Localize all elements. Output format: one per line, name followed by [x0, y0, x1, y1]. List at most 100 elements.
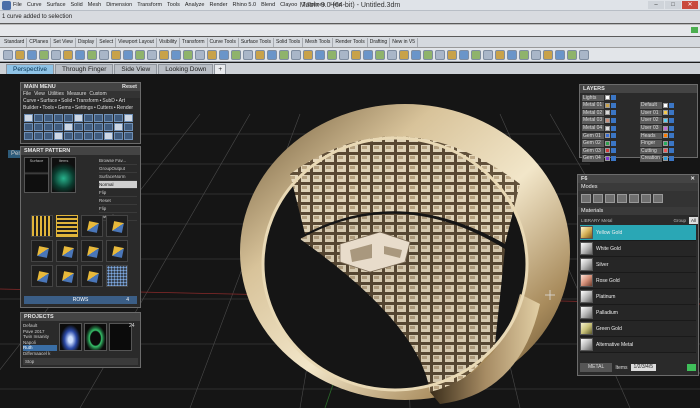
main-menu-solid-button[interactable]: Solid [61, 98, 72, 105]
menu-item-tools[interactable]: Tools [167, 1, 180, 10]
material-item-white-gold[interactable]: White Gold [580, 241, 696, 257]
bezel-icon[interactable] [495, 49, 505, 60]
layer-visibility-icon[interactable] [611, 148, 616, 154]
project-stop-button[interactable]: Stop [25, 359, 34, 364]
menu-item-t-splines[interactable]: T-Splines [302, 1, 325, 10]
menu-item-file[interactable]: File [13, 1, 22, 10]
main-menu-transform-button[interactable]: Transform [76, 98, 99, 105]
point-icon[interactable] [219, 49, 229, 60]
rectangle-icon[interactable] [279, 49, 289, 60]
layer-color-swatch[interactable] [605, 102, 610, 108]
layer-color-swatch[interactable] [605, 148, 610, 154]
layer-row[interactable]: Metal 02 [582, 109, 640, 117]
layer-color-swatch[interactable] [605, 125, 610, 131]
rotate-view-icon[interactable] [123, 49, 133, 60]
layer-row[interactable]: Gem 03 [582, 147, 640, 155]
pattern-option-browse-fav-[interactable]: Browse Fav... [99, 157, 137, 165]
menu-item-solid[interactable]: Solid [71, 1, 83, 10]
toolbar-tab-curve-tools[interactable]: Curve Tools [208, 37, 239, 47]
tool-sweep-icon[interactable] [44, 123, 53, 131]
surface-preview[interactable]: Surface [24, 157, 49, 193]
mirror-icon[interactable] [543, 49, 553, 60]
layer-color-swatch[interactable] [605, 156, 610, 162]
boolean-difference-icon[interactable] [327, 49, 337, 60]
toolbar-tab-cplanes[interactable]: CPlanes [27, 37, 52, 47]
prong-icon[interactable] [483, 49, 493, 60]
boolean-union-icon[interactable] [315, 49, 325, 60]
pattern-cube-spread-icon[interactable] [56, 265, 78, 287]
save-icon[interactable] [27, 49, 37, 60]
help-icon[interactable] [579, 49, 589, 60]
tool-extrude-icon[interactable] [24, 123, 33, 131]
new-file-icon[interactable] [3, 49, 13, 60]
copy-icon[interactable] [63, 49, 73, 60]
arc-icon[interactable] [267, 49, 277, 60]
set-view-icon[interactable] [171, 49, 181, 60]
tool-arc-icon[interactable] [64, 114, 73, 122]
rows-control[interactable]: ROWS 4 [24, 296, 137, 304]
toolbar-tab-select[interactable]: Select [97, 37, 117, 47]
layer-row[interactable]: Default [640, 102, 698, 110]
menu-item-transform[interactable]: Transform [137, 1, 162, 10]
tool-helix-icon[interactable] [104, 114, 113, 122]
pattern-horizontal-lines-icon[interactable] [56, 215, 78, 237]
paste-icon[interactable] [75, 49, 85, 60]
layer-visibility-icon[interactable] [669, 148, 674, 154]
library-filter-label[interactable]: LIBRARY Metal [581, 218, 612, 223]
pattern-option-flip[interactable]: Flip [99, 205, 137, 213]
pattern-option-groupoutput[interactable]: GroupOutput [99, 165, 137, 173]
main-menu-art-button[interactable]: Art [119, 98, 125, 105]
menu-item-blend[interactable]: Blend [261, 1, 275, 10]
metal-category-button[interactable]: METAL [580, 363, 613, 372]
viewport-tab-side-view[interactable]: Side View [114, 64, 158, 74]
menu-item-help[interactable]: Help [330, 1, 341, 10]
main-menu-gems-button[interactable]: Gems [58, 105, 71, 112]
fillet-icon[interactable] [339, 49, 349, 60]
scale-icon[interactable] [567, 49, 577, 60]
gem-icon[interactable] [459, 49, 469, 60]
move-icon[interactable] [555, 49, 565, 60]
polyline-icon[interactable] [231, 49, 241, 60]
menu-item-analyze[interactable]: Analyze [185, 1, 205, 10]
pattern-dots-icon[interactable] [106, 265, 128, 287]
tool-curve-icon[interactable] [44, 114, 53, 122]
layer-color-swatch[interactable] [663, 148, 668, 154]
mode-camera-icon[interactable] [641, 194, 651, 203]
close-button[interactable]: ✕ [682, 1, 698, 9]
toolbar-tab-transform[interactable]: Transform [180, 37, 208, 47]
toolbar-tab-visibility[interactable]: Visibility [157, 37, 180, 47]
toolbar-tab-display[interactable]: Display [76, 37, 98, 47]
tool-offset-icon[interactable] [74, 123, 83, 131]
pattern-cube-mirror-icon[interactable] [56, 240, 78, 262]
layer-visibility-icon[interactable] [611, 125, 616, 131]
layer-visibility-icon[interactable] [611, 110, 616, 116]
menu-item-surface[interactable]: Surface [47, 1, 66, 10]
project-thumbnail-2[interactable] [84, 323, 107, 351]
minimize-button[interactable]: – [648, 1, 664, 9]
main-menu-item-custom[interactable]: Custom [89, 91, 106, 98]
rhino-app-icon[interactable] [2, 1, 11, 10]
undo-icon[interactable] [87, 49, 97, 60]
pattern-option-flip[interactable]: Flip [99, 189, 137, 197]
array-icon[interactable] [531, 49, 541, 60]
circle-icon[interactable] [255, 49, 265, 60]
ortho-icon[interactable] [423, 49, 433, 60]
zoom-window-icon[interactable] [135, 49, 145, 60]
layer-color-swatch[interactable] [663, 125, 668, 131]
pan-icon[interactable] [111, 49, 121, 60]
light-icon[interactable] [399, 49, 409, 60]
toolbar-tab-new-in-v5[interactable]: New in V5 [390, 37, 419, 47]
dimension-icon[interactable] [519, 49, 529, 60]
tool-spiral-icon[interactable] [114, 114, 123, 122]
tool-rotate-icon[interactable] [44, 132, 53, 140]
layer-row[interactable]: Cutting [640, 147, 698, 155]
pattern-cube-offset-icon[interactable] [31, 240, 53, 262]
material-item-rose-gold[interactable]: Rose Gold [580, 273, 696, 289]
toolbar-tab-set-view[interactable]: Set View [51, 37, 76, 47]
print-icon[interactable] [39, 49, 49, 60]
mode-gem-icon[interactable] [605, 194, 615, 203]
tool-bend-icon[interactable] [104, 132, 113, 140]
planar-icon[interactable] [435, 49, 445, 60]
layer-visibility-icon[interactable] [611, 118, 616, 124]
main-menu-surface-button[interactable]: Surface [40, 98, 57, 105]
